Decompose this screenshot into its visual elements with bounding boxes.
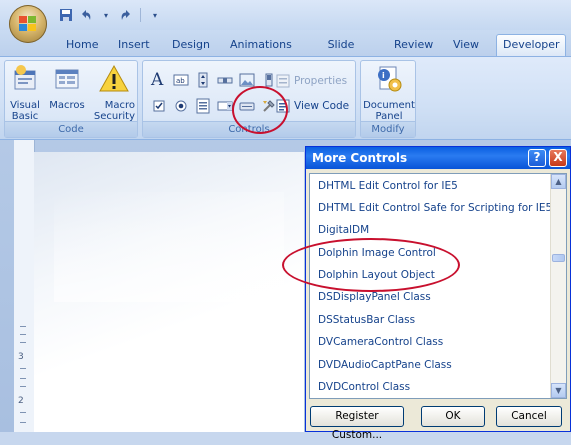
macro-security-label: Macro Security: [93, 100, 135, 122]
title-bar: ▾ ▾: [0, 0, 571, 43]
warning-icon: [99, 64, 129, 92]
textbox-control-icon[interactable]: ab: [173, 72, 189, 88]
combobox-control-icon[interactable]: [217, 98, 233, 114]
redo-icon[interactable]: [118, 7, 134, 23]
ruler-tick: [20, 326, 26, 327]
slide-page[interactable]: [34, 152, 304, 432]
macros-label: Macros: [49, 100, 85, 111]
scroll-down-arrow-icon[interactable]: ▼: [551, 383, 566, 398]
list-item[interactable]: DVCameraControl Class: [318, 334, 443, 350]
quick-access-toolbar: ▾ ▾: [58, 6, 163, 24]
undo-dropdown-icon[interactable]: ▾: [98, 7, 114, 23]
code-group-label: Code: [5, 121, 137, 137]
option-button-icon[interactable]: [173, 98, 189, 114]
separator: [140, 8, 141, 22]
properties-icon: [276, 74, 290, 88]
properties-button[interactable]: Properties: [275, 73, 347, 89]
ruler-tick: [20, 422, 26, 423]
visual-basic-icon: [14, 65, 36, 90]
checkbox-control-icon[interactable]: [151, 98, 167, 114]
view-code-label: View Code: [294, 100, 350, 112]
close-button[interactable]: X: [549, 149, 567, 167]
list-item[interactable]: DHTML Edit Control Safe for Scripting fo…: [318, 200, 552, 216]
annotation-circle-dolphin-items: [282, 238, 460, 292]
image-control-icon[interactable]: [239, 72, 255, 88]
ruler-number: 2: [18, 396, 24, 406]
ribbon: Visual Basic Macros Macro Security Code …: [0, 56, 571, 140]
ruler-tick: [20, 378, 26, 379]
dropdown-arrow-icon[interactable]: ▾: [147, 7, 163, 23]
ruler-tick: [20, 412, 26, 413]
tab-view[interactable]: View: [446, 36, 486, 56]
scroll-thumb[interactable]: [552, 254, 565, 262]
modify-group-label: Modify: [361, 121, 415, 137]
macro-security-button[interactable]: Macro Security: [91, 63, 137, 122]
svg-text:ab: ab: [176, 77, 185, 85]
help-button[interactable]: ?: [528, 149, 546, 167]
list-item[interactable]: DVDAudioCaptPane Class: [318, 357, 452, 373]
list-item[interactable]: DHTML Edit Control for IE5: [318, 178, 458, 194]
visual-basic-button[interactable]: Visual Basic: [7, 63, 43, 122]
list-item[interactable]: DSStatusBar Class: [318, 312, 415, 328]
vertical-scrollbar[interactable]: ▲ ▼: [550, 174, 566, 398]
label-control-icon[interactable]: A: [151, 72, 167, 89]
ruler-tick: [20, 386, 26, 387]
svg-text:i: i: [382, 71, 385, 80]
office-logo-icon: [19, 16, 36, 31]
slide-background-graphic: [54, 192, 284, 302]
scrollbar-control-icon[interactable]: [217, 72, 233, 88]
tab-home[interactable]: Home: [60, 36, 104, 56]
modify-group: i Document Panel Modify: [360, 60, 416, 138]
visual-basic-label: Visual Basic: [10, 100, 40, 122]
vertical-ruler: 3 2: [14, 140, 35, 432]
ribbon-tabs: Home Insert Design Animations Slide Show…: [0, 30, 571, 69]
tab-insert[interactable]: Insert: [112, 36, 154, 56]
ok-button[interactable]: OK: [421, 406, 485, 427]
ruler-tick: [20, 368, 26, 369]
cancel-button[interactable]: Cancel: [496, 406, 562, 427]
office-button[interactable]: [9, 5, 47, 43]
ruler-number: 3: [18, 352, 24, 362]
code-group: Visual Basic Macros Macro Security Code: [4, 60, 138, 138]
tab-review[interactable]: Review: [388, 36, 434, 56]
spin-button-icon[interactable]: [195, 72, 211, 88]
macros-icon: [55, 69, 79, 89]
document-panel-button[interactable]: i Document Panel: [363, 63, 415, 122]
document-panel-icon: i: [378, 66, 402, 92]
tab-design[interactable]: Design: [166, 36, 214, 56]
list-item[interactable]: DigitalDM: [318, 222, 369, 238]
register-custom-button[interactable]: Register Custom...: [310, 406, 404, 441]
ruler-tick: [20, 342, 26, 343]
ruler-tick: [20, 334, 26, 335]
tab-developer[interactable]: Developer: [496, 34, 566, 56]
list-item[interactable]: DVDControl Class: [318, 379, 410, 395]
listbox-control-icon[interactable]: [195, 98, 211, 114]
annotation-circle-more-controls: [232, 86, 288, 134]
tab-slide-show[interactable]: Slide Show: [306, 36, 376, 69]
save-icon[interactable]: [58, 7, 74, 23]
properties-label: Properties: [294, 75, 348, 87]
macros-button[interactable]: Macros: [47, 63, 87, 111]
scroll-up-arrow-icon[interactable]: ▲: [551, 174, 566, 189]
tab-animations[interactable]: Animations: [224, 36, 294, 56]
undo-icon[interactable]: [78, 7, 94, 23]
document-panel-label: Document Panel: [363, 100, 415, 122]
dialog-title: More Controls: [312, 151, 408, 165]
